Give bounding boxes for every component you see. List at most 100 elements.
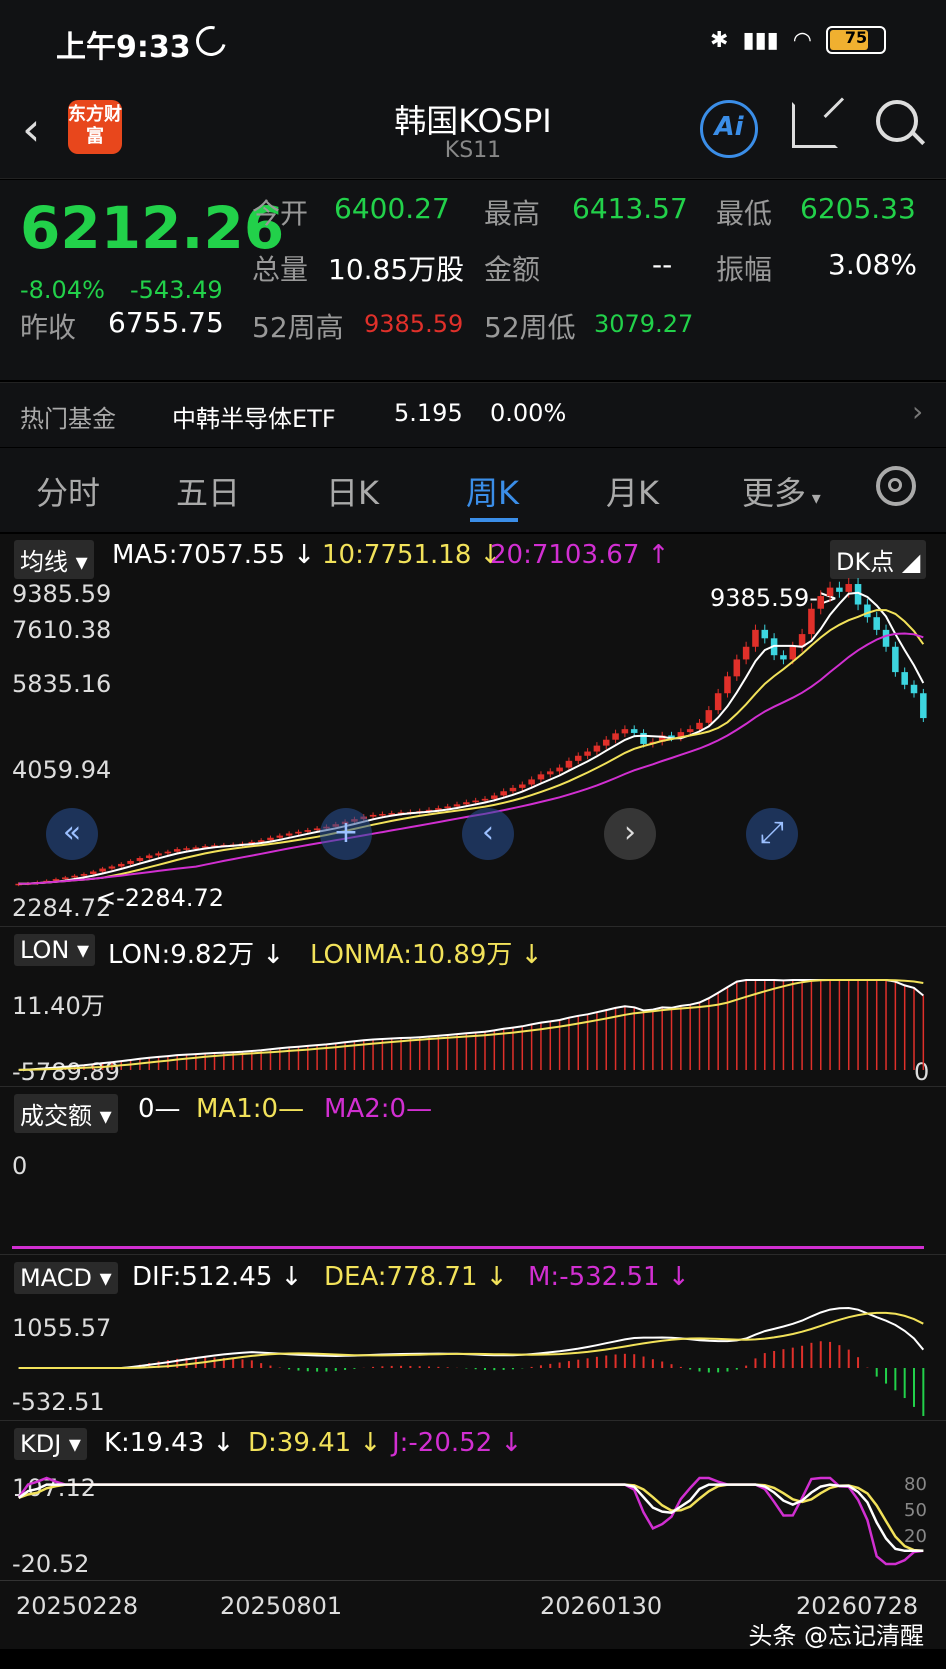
signal-icon: ▮▮▮ [742, 27, 779, 53]
tab-five-day[interactable]: 五日 [176, 468, 240, 514]
tab-more[interactable]: 更多 ▾ [742, 468, 821, 514]
amount-label: 金额 [484, 253, 541, 286]
macd-dea-line [18, 1311, 924, 1369]
hot-fund-row[interactable]: 热门基金 中韩半导体ETF 5.195 0.00% › [0, 382, 946, 447]
candle-body [733, 659, 741, 677]
zoom-in-button[interactable]: + [320, 808, 372, 860]
candle-body [276, 835, 284, 838]
tab-more-label: 更多 [742, 474, 807, 512]
candle-body [780, 655, 787, 660]
candle-body [99, 868, 106, 872]
last-price: 6212.26 [20, 194, 285, 262]
kdj-k: K:19.43 ↓ [104, 1428, 235, 1458]
candle-body [71, 875, 78, 878]
moon-icon [190, 20, 232, 62]
status-time: 上午9:33 [56, 30, 191, 65]
candle-body [556, 767, 563, 772]
candle-body [593, 745, 601, 752]
candle-body [882, 629, 890, 647]
ai-button[interactable]: Ai [700, 100, 758, 158]
lonma-value: LONMA:10.89万 ↓ [310, 940, 543, 970]
candle-body [500, 791, 507, 796]
candle-body [528, 779, 535, 785]
candle-body [640, 732, 647, 744]
bluetooth-icon: ✱ [710, 27, 729, 53]
active-tab-underline [470, 518, 518, 522]
candle-body [845, 584, 852, 592]
candle-body [304, 830, 312, 832]
macd-chart [18, 1306, 925, 1416]
wk52-high-label: 52周高 [252, 311, 344, 344]
open-value: 6400.27 [334, 192, 450, 225]
candle-body [612, 733, 619, 740]
chevron-right-icon: › [912, 395, 924, 428]
watermark: 头条 @忘记清醒 [748, 1622, 924, 1650]
candle-body [920, 693, 927, 719]
tab-weekly-k[interactable]: 周K [466, 468, 519, 514]
amount-value: -- [652, 248, 673, 281]
candle-body [173, 849, 181, 852]
candle-body [519, 784, 526, 788]
candle-body [761, 629, 769, 639]
period-tabs: 分时 五日 日K 周K 月K 更多 ▾ [0, 448, 946, 532]
candle-body [826, 587, 834, 597]
ma5-value: MA5:7057.55 ↓ [112, 540, 316, 570]
candle-body [789, 646, 797, 660]
divider [0, 1580, 946, 1581]
kdj-selector[interactable]: KDJ ▾ [14, 1428, 87, 1460]
rewind-button[interactable]: « [46, 808, 98, 860]
high-label: 最高 [484, 197, 541, 230]
divider [0, 1254, 946, 1255]
divider [0, 926, 946, 927]
chart-area[interactable]: 均线 ▾ MA5:7057.55 ↓ 10:7751.18 ↓ 20:7103.… [0, 534, 946, 1649]
candle-body [444, 806, 451, 809]
tab-monthly-k[interactable]: 月K [606, 468, 659, 514]
date-label-2: 20250801 [220, 1592, 343, 1620]
share-icon[interactable] [792, 102, 838, 148]
prev-close-label: 昨收 [20, 311, 77, 344]
change-value: -543.49 [130, 276, 223, 304]
candle-body [108, 866, 116, 869]
candle-body [901, 672, 908, 685]
candle-body [584, 751, 591, 756]
high-value: 6413.57 [572, 192, 688, 225]
fund-price: 5.195 [394, 399, 463, 427]
tab-intraday[interactable]: 分时 [36, 468, 100, 514]
wk52-low-label: 52周低 [484, 311, 576, 344]
kdj-chart [17, 1476, 924, 1566]
prev-button[interactable]: ‹ [462, 808, 514, 860]
tab-daily-k[interactable]: 日K [326, 468, 379, 514]
amount-ma2: MA2:0— [324, 1094, 433, 1124]
fullscreen-button[interactable]: ⤢ [746, 808, 798, 860]
amplitude-value: 3.08% [828, 248, 917, 281]
candle-body [463, 802, 470, 805]
candle-body [472, 800, 479, 803]
fund-pct: 0.00% [490, 399, 567, 427]
search-icon[interactable] [876, 100, 918, 142]
gear-icon[interactable] [876, 466, 916, 506]
candle-body [62, 877, 69, 880]
next-button[interactable]: › [604, 808, 656, 860]
candle-body [267, 837, 274, 841]
candle-body [164, 851, 172, 854]
candle-body [547, 771, 554, 775]
candle-body [127, 860, 134, 864]
candle-body [724, 676, 731, 694]
candle-body [621, 729, 629, 734]
volume-value: 10.85万股 [328, 253, 465, 286]
lon-selector[interactable]: LON ▾ [14, 934, 96, 966]
candle-body [117, 863, 125, 867]
candle-body [808, 608, 815, 635]
ma10-value: 10:7751.18 ↓ [322, 540, 502, 570]
battery-icon: 75 [826, 26, 886, 54]
low-value: 6205.33 [800, 192, 916, 225]
amount-selector[interactable]: 成交额 ▾ [14, 1094, 118, 1133]
candle-body [864, 604, 871, 618]
divider [0, 1086, 946, 1087]
candle-body [752, 629, 759, 647]
footer-bar [0, 1649, 946, 1669]
candle-body [295, 831, 302, 834]
app-header: ‹ 东方财富 韩国KOSPI KS11 Ai [0, 88, 946, 179]
amount-ma1: MA1:0— [196, 1094, 305, 1124]
macd-selector[interactable]: MACD ▾ [14, 1262, 118, 1294]
